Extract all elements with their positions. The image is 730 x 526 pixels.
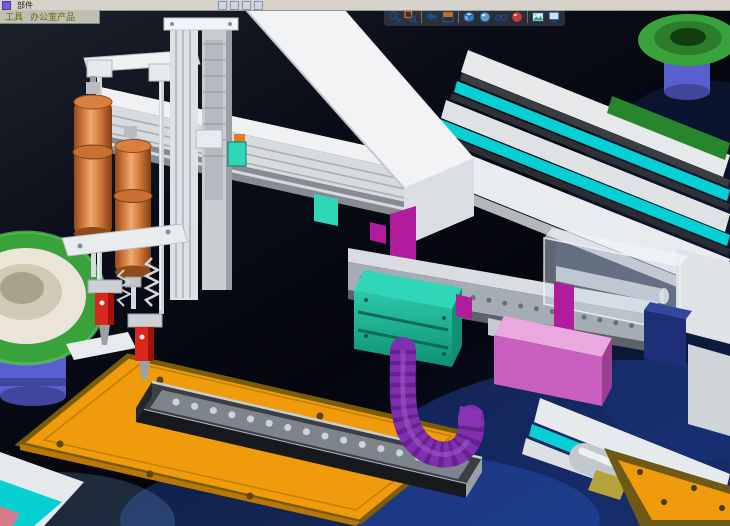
heads-up-view-toolbar (384, 8, 565, 26)
command-tab-bar: 工具 办公室产品 (0, 10, 100, 24)
toolbar-separator (527, 11, 528, 23)
rail-slider-block (314, 194, 338, 226)
toolbar-separator (421, 11, 422, 23)
magenta-tab (456, 294, 472, 320)
frame-column (170, 28, 198, 300)
toolbar-mini-icon[interactable] (230, 1, 239, 10)
tab-office-products[interactable]: 办公室产品 (30, 10, 75, 23)
app-icon (2, 1, 11, 10)
toolbar-mini-icon[interactable] (254, 1, 263, 10)
navy-block[interactable] (644, 302, 692, 368)
view-orientation-icon[interactable] (462, 10, 476, 24)
document-title: 部件 (17, 1, 33, 10)
apply-scene-icon[interactable] (531, 10, 545, 24)
zoom-area-icon[interactable] (404, 10, 418, 24)
previous-view-icon[interactable] (425, 10, 439, 24)
titlebar: 部件 (0, 0, 730, 11)
zoom-fit-icon[interactable] (388, 10, 402, 24)
tab-tools[interactable]: 工具 (5, 10, 23, 23)
edit-appearance-icon[interactable] (510, 10, 524, 24)
hide-show-items-icon[interactable] (494, 10, 508, 24)
view-settings-icon[interactable] (547, 10, 561, 24)
display-style-icon[interactable] (478, 10, 492, 24)
quick-access-toolbar (218, 1, 263, 10)
teal-slider (228, 142, 246, 166)
toolbar-mini-icon[interactable] (242, 1, 251, 10)
toolbar-mini-icon[interactable] (218, 1, 227, 10)
viewport-3d[interactable] (0, 0, 730, 526)
solidworks-window: { "titlebar": { "title": "部件" }, "comman… (0, 0, 730, 526)
section-view-icon[interactable] (441, 10, 455, 24)
toolbar-separator (458, 11, 459, 23)
